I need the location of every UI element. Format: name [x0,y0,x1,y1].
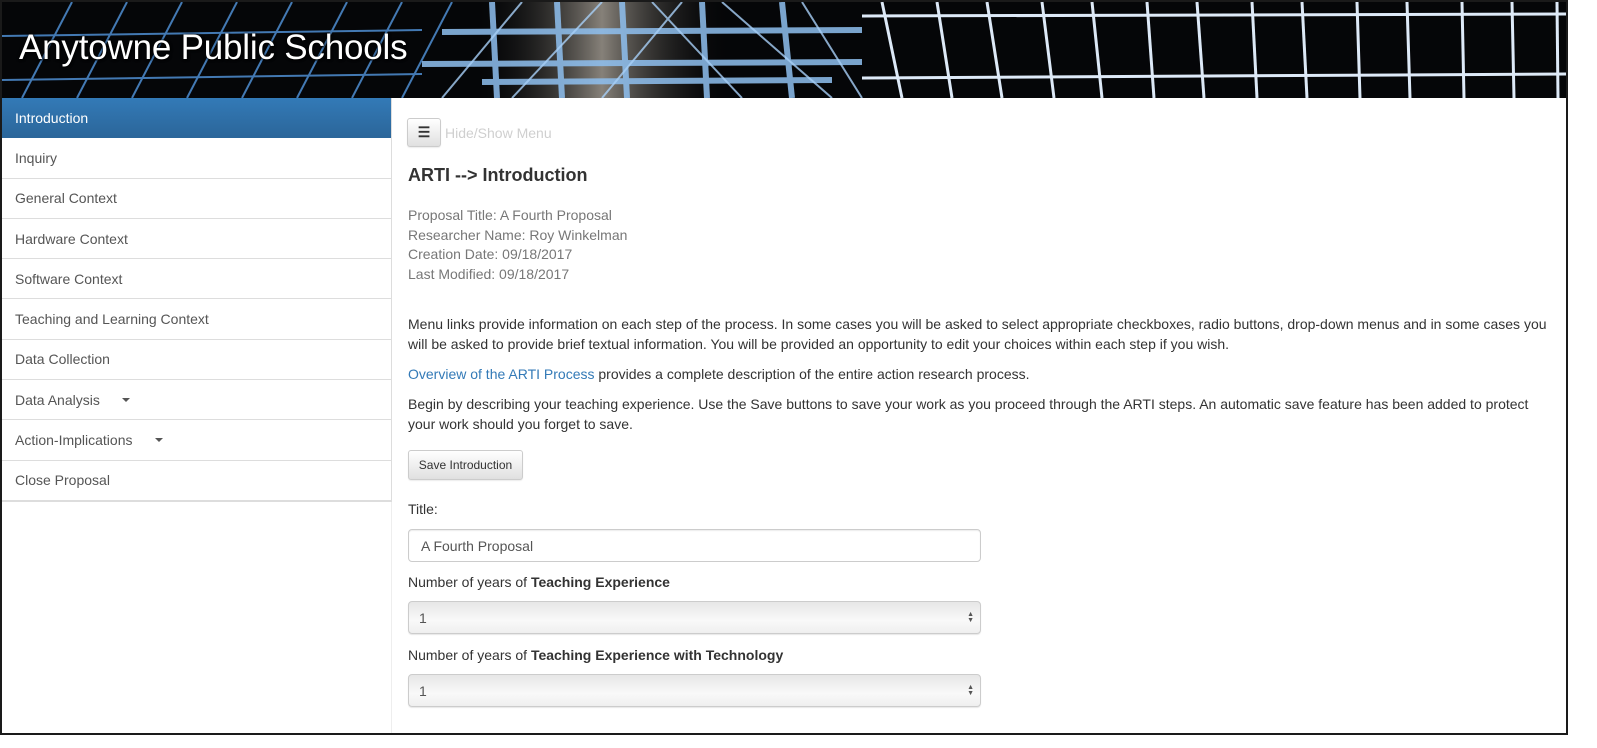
sidebar-item-label: Hardware Context [15,230,128,247]
teaching-experience-label-prefix: Number of years of [408,574,531,590]
teaching-experience-select[interactable]: 1 ▲ ▼ [408,601,981,634]
sidebar-item-teaching-learning-context[interactable]: Teaching and Learning Context [2,299,391,340]
tech-experience-select[interactable]: 1 ▲ ▼ [408,674,981,707]
hide-show-menu-button[interactable]: ☰ [407,118,441,147]
last-modified-meta: Last Modified: 09/18/2017 [408,265,570,282]
tech-experience-label: Number of years of Teaching Experience w… [408,647,783,663]
overview-paragraph-text: provides a complete description of the e… [594,366,1030,382]
site-banner: Anytowne Public Schools [2,2,1566,98]
teaching-experience-value: 1 [419,609,427,626]
intro-text: Menu links provide information on each s… [408,314,1558,444]
proposal-meta: Proposal Title: A Fourth Proposal Resear… [408,206,627,284]
page-title: ARTI --> Introduction [408,165,588,185]
sidebar-item-label: Action-Implications [15,432,133,449]
sidebar-item-action-implications[interactable]: Action-Implications [2,420,391,461]
instructions-paragraph: Begin by describing your teaching experi… [408,396,1529,432]
select-updown-icon: ▲ ▼ [967,610,974,624]
sidebar-item-data-collection[interactable]: Data Collection [2,339,391,381]
sidebar-item-label: Teaching and Learning Context [15,311,209,328]
site-title: Anytowne Public Schools [19,28,408,67]
sidebar-nav: Introduction Inquiry General Context Har… [2,98,392,502]
sidebar-item-label: Data Collection [15,351,110,368]
select-updown-icon: ▲ ▼ [967,683,974,697]
title-input[interactable] [408,529,981,562]
teaching-experience-label: Number of years of Teaching Experience [408,574,670,590]
sidebar-item-label: Introduction [15,109,89,126]
menu-toggle-label: Hide/Show Menu [445,124,552,141]
sidebar-item-label: Inquiry [15,149,58,166]
sidebar-item-inquiry[interactable]: Inquiry [2,138,391,179]
caret-down-icon [121,397,130,402]
sidebar-item-software-context[interactable]: Software Context [2,259,391,300]
intro-paragraph: Menu links provide information on each s… [408,316,1547,352]
save-introduction-button[interactable]: Save Introduction [408,450,523,480]
sidebar-item-introduction[interactable]: Introduction [2,98,391,139]
sidebar-divider [391,502,392,733]
menu-toggle-row: ☰ Hide/Show Menu [407,118,552,147]
teaching-experience-label-bold: Teaching Experience [530,574,670,590]
sidebar-item-label: Close Proposal [15,472,110,489]
sidebar-item-label: Data Analysis [15,391,100,408]
tech-experience-label-bold: Teaching Experience with Technology [530,647,784,663]
proposal-title-meta: Proposal Title: A Fourth Proposal [408,207,612,223]
sidebar-item-label: General Context [15,190,117,207]
sidebar-item-label: Software Context [15,270,123,287]
title-label: Title: [408,501,438,517]
overview-link[interactable]: Overview of the ARTI Process [408,366,594,382]
hamburger-icon: ☰ [417,124,431,140]
sidebar-item-data-analysis[interactable]: Data Analysis [2,380,391,421]
caret-down-icon [154,438,163,443]
researcher-name-meta: Researcher Name: Roy Winkelman [408,226,628,243]
page-frame: Anytowne Public Schools Introduction Inq… [0,0,1568,735]
tech-experience-value: 1 [419,682,427,699]
sidebar-item-hardware-context[interactable]: Hardware Context [2,218,391,260]
sidebar-item-general-context[interactable]: General Context [2,178,391,219]
sidebar-item-close-proposal[interactable]: Close Proposal [2,460,391,501]
creation-date-meta: Creation Date: 09/18/2017 [408,246,573,262]
tech-experience-label-prefix: Number of years of [408,647,531,663]
overview-paragraph: Overview of the ARTI Process provides a … [408,364,1558,384]
